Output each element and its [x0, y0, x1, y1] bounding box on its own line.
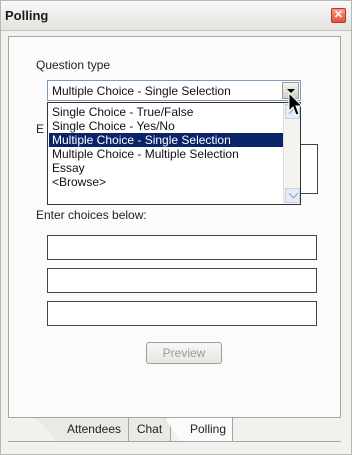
question-type-value: Multiple Choice - Single Selection: [52, 84, 231, 98]
option-single-yes-no[interactable]: Single Choice - Yes/No: [49, 119, 283, 133]
preview-button[interactable]: Preview: [146, 342, 222, 364]
choice-input-3[interactable]: [47, 301, 317, 326]
dropdown-scrollbar[interactable]: [283, 103, 300, 204]
choice-input-2[interactable]: [47, 268, 317, 293]
option-multiple-multiple-selection[interactable]: Multiple Choice - Multiple Selection: [49, 147, 283, 161]
choice-input-1[interactable]: [47, 235, 317, 260]
option-browse[interactable]: <Browse>: [49, 175, 283, 189]
question-textarea[interactable]: [298, 144, 318, 194]
window-title: Polling: [5, 8, 49, 23]
mouse-pointer-icon: [288, 92, 304, 116]
choices-label: Enter choices below:: [36, 208, 147, 222]
tab-chat[interactable]: Chat: [128, 418, 171, 442]
question-type-label: Question type: [36, 58, 111, 72]
option-single-true-false[interactable]: Single Choice - True/False: [49, 105, 283, 119]
title-bar: Polling ✕: [1, 1, 351, 31]
close-icon[interactable]: ✕: [331, 8, 346, 23]
question-type-select[interactable]: Multiple Choice - Single Selection: [47, 80, 301, 101]
question-label-partial: E: [36, 122, 45, 136]
option-multiple-single-selection[interactable]: Multiple Choice - Single Selection: [49, 133, 283, 147]
scroll-down-button[interactable]: [285, 188, 300, 203]
question-type-dropdown-list: Single Choice - True/False Single Choice…: [47, 102, 301, 205]
chevron-down-icon: [288, 188, 299, 199]
option-essay[interactable]: Essay: [49, 161, 283, 175]
